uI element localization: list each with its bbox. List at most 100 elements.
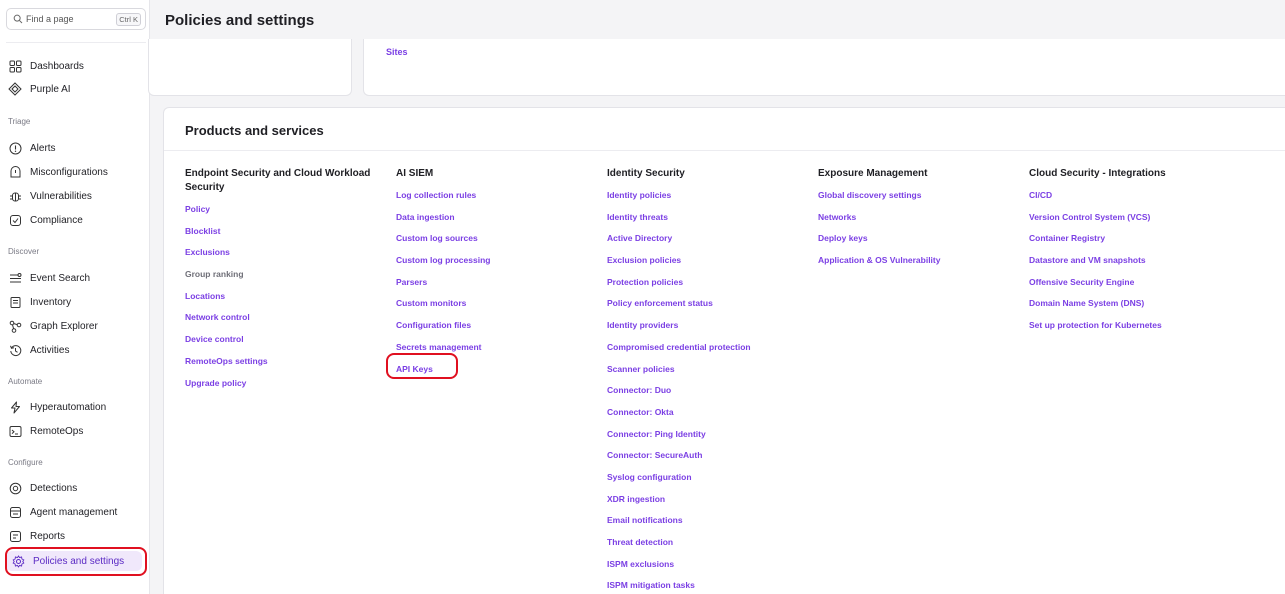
settings-link-datastore-and-vm-snapshots[interactable]: Datastore and VM snapshots bbox=[1029, 250, 1249, 272]
settings-link-connector-ping-identity[interactable]: Connector: Ping Identity bbox=[607, 424, 807, 446]
settings-link-deploy-keys[interactable]: Deploy keys bbox=[818, 228, 1018, 250]
search-icon bbox=[13, 14, 23, 24]
settings-link-parsers[interactable]: Parsers bbox=[396, 272, 596, 294]
settings-link-email-notifications[interactable]: Email notifications bbox=[607, 510, 807, 532]
sidebar-item-misconfigurations[interactable]: Misconfigurations bbox=[8, 162, 108, 182]
sidebar-item-hyperautomation[interactable]: Hyperautomation bbox=[8, 397, 106, 417]
column-cloud-security-integrations: Cloud Security - Integrations CI/CD Versi… bbox=[1029, 167, 1249, 337]
sidebar-item-graph-explorer[interactable]: Graph Explorer bbox=[8, 316, 98, 336]
event-search-icon bbox=[8, 271, 22, 285]
detections-icon bbox=[8, 481, 22, 495]
settings-link-policy[interactable]: Policy bbox=[185, 199, 385, 221]
settings-link-group-ranking[interactable]: Group ranking bbox=[185, 264, 385, 286]
sidebar-item-label: Reports bbox=[30, 530, 66, 542]
products-and-services-panel: Products and services Endpoint Security … bbox=[163, 107, 1285, 594]
find-page-search[interactable]: Find a page Ctrl K bbox=[6, 8, 146, 30]
settings-link-protection-policies[interactable]: Protection policies bbox=[607, 272, 807, 294]
settings-link-custom-monitors[interactable]: Custom monitors bbox=[396, 293, 596, 315]
sidebar-item-label: RemoteOps bbox=[30, 425, 84, 437]
settings-link-ispm-exclusions[interactable]: ISPM exclusions bbox=[607, 554, 807, 576]
settings-link-ci-cd[interactable]: CI/CD bbox=[1029, 185, 1249, 207]
sidebar-divider bbox=[6, 42, 146, 43]
settings-link-custom-log-processing[interactable]: Custom log processing bbox=[396, 250, 596, 272]
settings-link-syslog-configuration[interactable]: Syslog configuration bbox=[607, 467, 807, 489]
settings-link-set-up-protection-for-kubernetes[interactable]: Set up protection for Kubernetes bbox=[1029, 315, 1249, 337]
terminal-icon bbox=[8, 424, 22, 438]
sidebar-item-reports[interactable]: Reports bbox=[8, 526, 65, 546]
column-identity-security: Identity Security Identity policies Ident… bbox=[607, 167, 807, 594]
settings-link-application-os-vulnerability[interactable]: Application & OS Vulnerability bbox=[818, 250, 1018, 272]
column-title: Endpoint Security and Cloud Workload Sec… bbox=[185, 168, 371, 193]
settings-link-threat-detection[interactable]: Threat detection bbox=[607, 532, 807, 554]
sidebar-item-agent-management[interactable]: Agent management bbox=[8, 502, 117, 522]
sidebar-item-label: Agent management bbox=[30, 506, 118, 518]
sidebar-item-alerts[interactable]: Alerts bbox=[8, 138, 56, 158]
settings-link-blocklist[interactable]: Blocklist bbox=[185, 221, 385, 243]
sidebar-item-vulnerabilities[interactable]: Vulnerabilities bbox=[8, 186, 92, 206]
settings-link-offensive-security-engine[interactable]: Offensive Security Engine bbox=[1029, 272, 1249, 294]
sidebar-item-activities[interactable]: Activities bbox=[8, 340, 69, 360]
sidebar-item-label: Vulnerabilities bbox=[30, 190, 92, 202]
search-placeholder: Find a page bbox=[26, 14, 74, 24]
settings-link-container-registry[interactable]: Container Registry bbox=[1029, 228, 1249, 250]
settings-link-device-control[interactable]: Device control bbox=[185, 329, 385, 351]
sidebar-item-purple-ai[interactable]: Purple AI bbox=[8, 79, 71, 99]
sites-link[interactable]: Sites bbox=[386, 47, 408, 57]
page-title: Policies and settings bbox=[165, 12, 315, 29]
settings-link-identity-threats[interactable]: Identity threats bbox=[607, 207, 807, 229]
settings-link-exclusion-policies[interactable]: Exclusion policies bbox=[607, 250, 807, 272]
settings-link-scanner-policies[interactable]: Scanner policies bbox=[607, 359, 807, 381]
misconfig-icon bbox=[8, 165, 22, 179]
panel-divider bbox=[164, 150, 1285, 151]
column-endpoint-security: Endpoint Security and Cloud Workload Sec… bbox=[185, 167, 385, 394]
sidebar-item-remoteops[interactable]: RemoteOps bbox=[8, 421, 83, 441]
reports-icon bbox=[8, 529, 22, 543]
settings-link-exclusions[interactable]: Exclusions bbox=[185, 242, 385, 264]
settings-link-compromised-credential-protection[interactable]: Compromised credential protection bbox=[607, 337, 807, 359]
settings-link-remoteops-settings[interactable]: RemoteOps settings bbox=[185, 351, 385, 373]
sidebar-item-label: Purple AI bbox=[30, 83, 71, 95]
sidebar-item-compliance[interactable]: Compliance bbox=[8, 210, 83, 230]
sidebar-item-detections[interactable]: Detections bbox=[8, 478, 77, 498]
settings-link-log-collection-rules[interactable]: Log collection rules bbox=[396, 185, 596, 207]
sidebar-item-label: Event Search bbox=[30, 272, 91, 284]
settings-link-identity-providers[interactable]: Identity providers bbox=[607, 315, 807, 337]
settings-link-identity-policies[interactable]: Identity policies bbox=[607, 185, 807, 207]
inventory-icon bbox=[8, 295, 22, 309]
settings-link-global-discovery-settings[interactable]: Global discovery settings bbox=[818, 185, 1018, 207]
settings-link-active-directory[interactable]: Active Directory bbox=[607, 228, 807, 250]
settings-link-version-control-system-vcs[interactable]: Version Control System (VCS) bbox=[1029, 207, 1249, 229]
sidebar-item-label: Detections bbox=[30, 482, 78, 494]
settings-link-locations[interactable]: Locations bbox=[185, 286, 385, 308]
column-ai-siem: AI SIEM Log collection rules Data ingesti… bbox=[396, 167, 596, 380]
column-links: CI/CD Version Control System (VCS) Contain… bbox=[1029, 185, 1249, 337]
bug-icon bbox=[8, 189, 22, 203]
settings-link-data-ingestion[interactable]: Data ingestion bbox=[396, 207, 596, 229]
section-label-triage: Triage bbox=[8, 117, 31, 126]
settings-link-networks[interactable]: Networks bbox=[818, 207, 1018, 229]
column-title: AI SIEM bbox=[396, 168, 434, 179]
sidebar-item-inventory[interactable]: Inventory bbox=[8, 292, 71, 312]
settings-link-connector-duo[interactable]: Connector: Duo bbox=[607, 380, 807, 402]
column-exposure-management: Exposure Management Global discovery set… bbox=[818, 167, 1018, 272]
sidebar-item-event-search[interactable]: Event Search bbox=[8, 268, 90, 288]
section-label-discover: Discover bbox=[8, 247, 40, 256]
settings-link-connector-okta[interactable]: Connector: Okta bbox=[607, 402, 807, 424]
sidebar-item-dashboards[interactable]: Dashboards bbox=[8, 56, 84, 76]
settings-link-network-control[interactable]: Network control bbox=[185, 307, 385, 329]
settings-link-ispm-mitigation-tasks[interactable]: ISPM mitigation tasks bbox=[607, 575, 807, 594]
column-links: Global discovery settings Networks Deploy … bbox=[818, 185, 1018, 272]
settings-link-domain-name-system-dns[interactable]: Domain Name System (DNS) bbox=[1029, 293, 1249, 315]
column-links: Identity policies Identity threats Active … bbox=[607, 185, 807, 594]
sidebar-item-label: Hyperautomation bbox=[30, 401, 107, 413]
agent-icon bbox=[8, 505, 22, 519]
settings-link-configuration-files[interactable]: Configuration files bbox=[396, 315, 596, 337]
settings-link-policy-enforcement-status[interactable]: Policy enforcement status bbox=[607, 293, 807, 315]
top-card-left bbox=[148, 39, 352, 96]
settings-link-custom-log-sources[interactable]: Custom log sources bbox=[396, 228, 596, 250]
settings-link-xdr-ingestion[interactable]: XDR ingestion bbox=[607, 489, 807, 511]
settings-link-upgrade-policy[interactable]: Upgrade policy bbox=[185, 373, 385, 395]
products-title: Products and services bbox=[185, 123, 324, 138]
column-title: Cloud Security - Integrations bbox=[1029, 168, 1166, 179]
settings-link-connector-secureauth[interactable]: Connector: SecureAuth bbox=[607, 445, 807, 467]
